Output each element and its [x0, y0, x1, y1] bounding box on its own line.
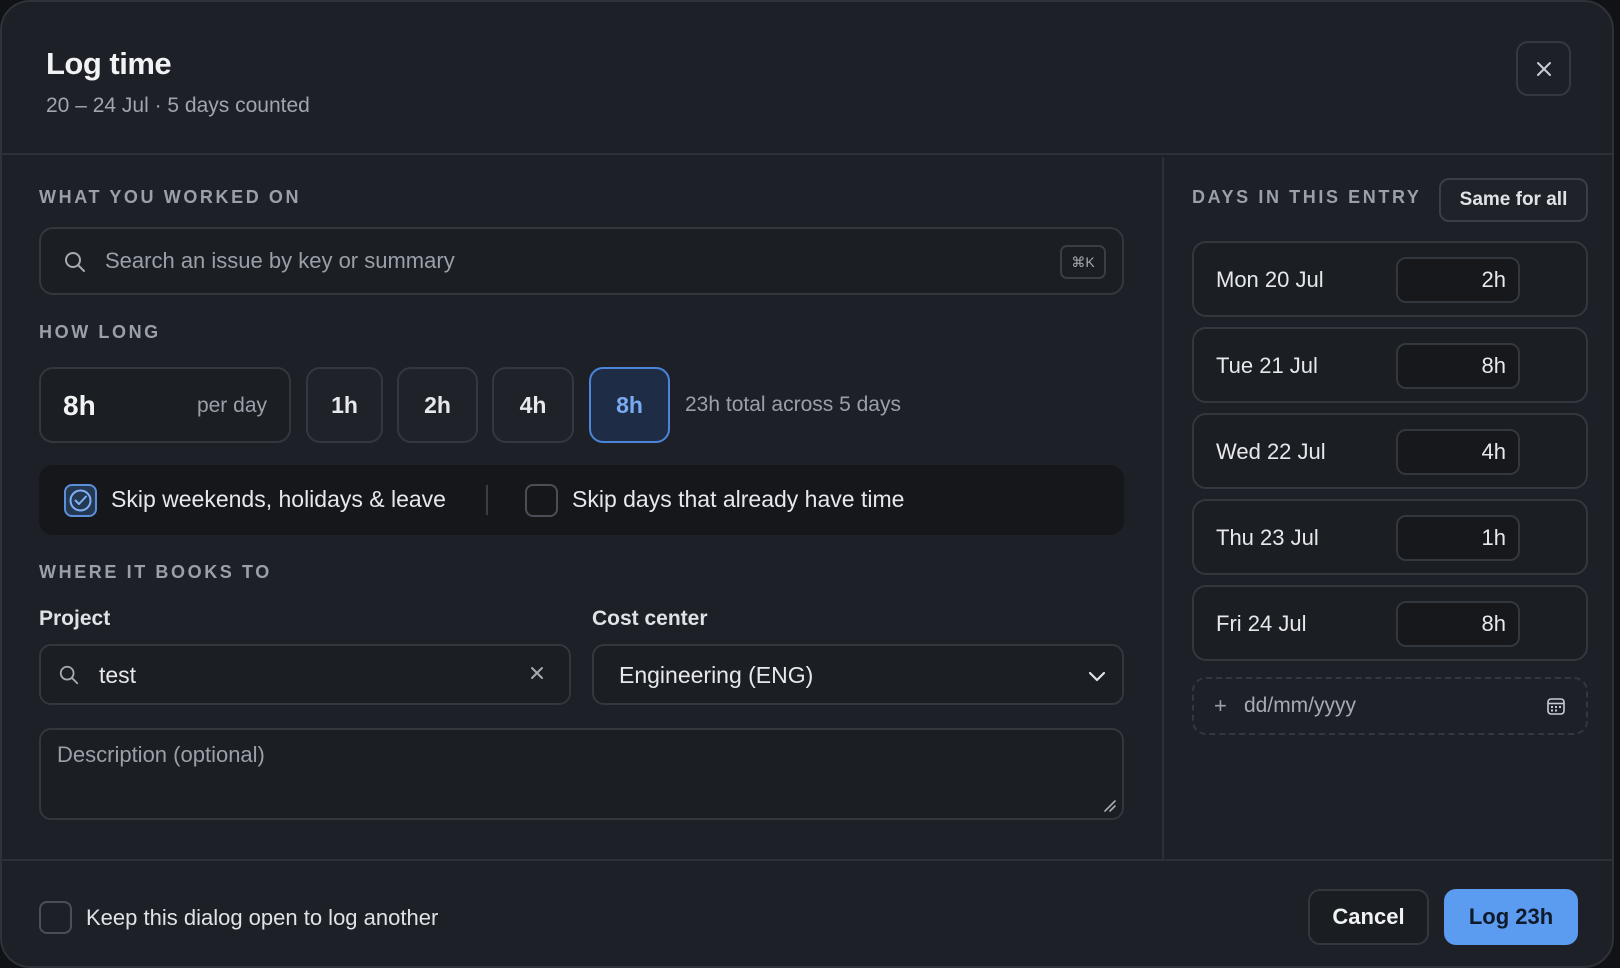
skip-existing-label: Skip days that already have time [572, 486, 905, 512]
duration-section-label: HOW LONG [39, 322, 161, 342]
shortcut-hint: ⌘K [1060, 245, 1106, 279]
project-label: Project [39, 607, 111, 630]
day-hours-input[interactable]: 8h [1396, 343, 1520, 389]
clear-icon[interactable] [527, 663, 547, 683]
project-search-input[interactable]: test [39, 644, 571, 705]
day-label: Mon 20 Jul [1216, 267, 1324, 292]
dialog-header: Log time 20 – 24 Jul · 5 days counted [2, 2, 1612, 155]
issue-search-input[interactable] [105, 239, 1005, 283]
skip-existing-checkbox[interactable] [525, 484, 558, 517]
add-date-input[interactable]: + dd/mm/yyyy [1192, 677, 1588, 735]
day-row: Mon 20 Jul 2h [1192, 241, 1588, 317]
day-label: Tue 21 Jul [1216, 353, 1318, 378]
booking-section-label: WHERE IT BOOKS TO [39, 562, 272, 582]
day-label: Thu 23 Jul [1216, 525, 1319, 550]
preset-8h-button[interactable]: 8h [589, 367, 670, 443]
keep-open-label: Keep this dialog open to log another [86, 905, 439, 930]
day-row: Wed 22 Jul 4h [1192, 413, 1588, 489]
chevron-down-icon [1088, 671, 1106, 682]
same-for-all-button[interactable]: Same for all [1439, 178, 1588, 222]
search-icon [65, 252, 85, 272]
description-field[interactable] [39, 728, 1124, 820]
check-icon [69, 489, 92, 512]
cost-center-label: Cost center [592, 607, 708, 630]
log-time-button[interactable]: Log 23h [1444, 889, 1578, 945]
day-row: Thu 23 Jul 1h [1192, 499, 1588, 575]
description-textarea[interactable] [57, 742, 1097, 806]
dialog-subtitle: 20 – 24 Jul · 5 days counted [46, 94, 310, 117]
day-hours-input[interactable]: 4h [1396, 429, 1520, 475]
dialog-footer: Keep this dialog open to log another Can… [2, 859, 1612, 966]
preset-4h-button[interactable]: 4h [492, 367, 574, 443]
day-hours-input[interactable]: 2h [1396, 257, 1520, 303]
day-hours-input[interactable]: 1h [1396, 515, 1520, 561]
per-day-hours-input[interactable]: 8h per day [39, 367, 291, 443]
day-hours-input[interactable]: 8h [1396, 601, 1520, 647]
project-value: test [99, 662, 137, 688]
calendar-icon[interactable] [1546, 696, 1566, 716]
total-hours-text: 23h total across 5 days [685, 393, 901, 416]
work-section-label: WHAT YOU WORKED ON [39, 187, 302, 207]
add-date-placeholder: dd/mm/yyyy [1244, 694, 1357, 717]
day-row: Tue 21 Jul 8h [1192, 327, 1588, 403]
per-day-unit: per day [196, 394, 267, 417]
day-row: Fri 24 Jul 8h [1192, 585, 1588, 661]
day-label: Wed 22 Jul [1216, 439, 1326, 464]
close-icon [1536, 61, 1551, 76]
search-icon [59, 665, 79, 685]
plus-icon: + [1214, 693, 1227, 718]
skip-weekends-checkbox[interactable] [64, 484, 97, 517]
cost-center-value: Engineering (ENG) [619, 662, 814, 688]
cancel-button[interactable]: Cancel [1308, 889, 1429, 945]
issue-search-box[interactable]: ⌘K [39, 227, 1124, 295]
options-divider [486, 485, 488, 515]
keep-open-checkbox[interactable] [39, 901, 72, 934]
resize-handle-icon[interactable] [1102, 798, 1116, 812]
log-time-dialog: Log time 20 – 24 Jul · 5 days counted WH… [0, 0, 1614, 968]
preset-1h-button[interactable]: 1h [306, 367, 383, 443]
per-day-value: 8h [63, 390, 96, 421]
entry-form: WHAT YOU WORKED ON ⌘K HOW LONG 8h per da… [2, 157, 1160, 859]
skip-options-bar: Skip weekends, holidays & leave Skip day… [39, 465, 1124, 535]
days-panel: DAYS IN THIS ENTRY Same for all Mon 20 J… [1162, 157, 1612, 859]
dialog-title: Log time [46, 46, 172, 81]
skip-weekends-label: Skip weekends, holidays & leave [111, 486, 446, 512]
preset-2h-button[interactable]: 2h [397, 367, 478, 443]
cost-center-select[interactable]: Engineering (ENG) [592, 644, 1124, 705]
close-button[interactable] [1516, 41, 1571, 96]
day-label: Fri 24 Jul [1216, 611, 1307, 636]
days-section-label: DAYS IN THIS ENTRY [1192, 187, 1422, 207]
